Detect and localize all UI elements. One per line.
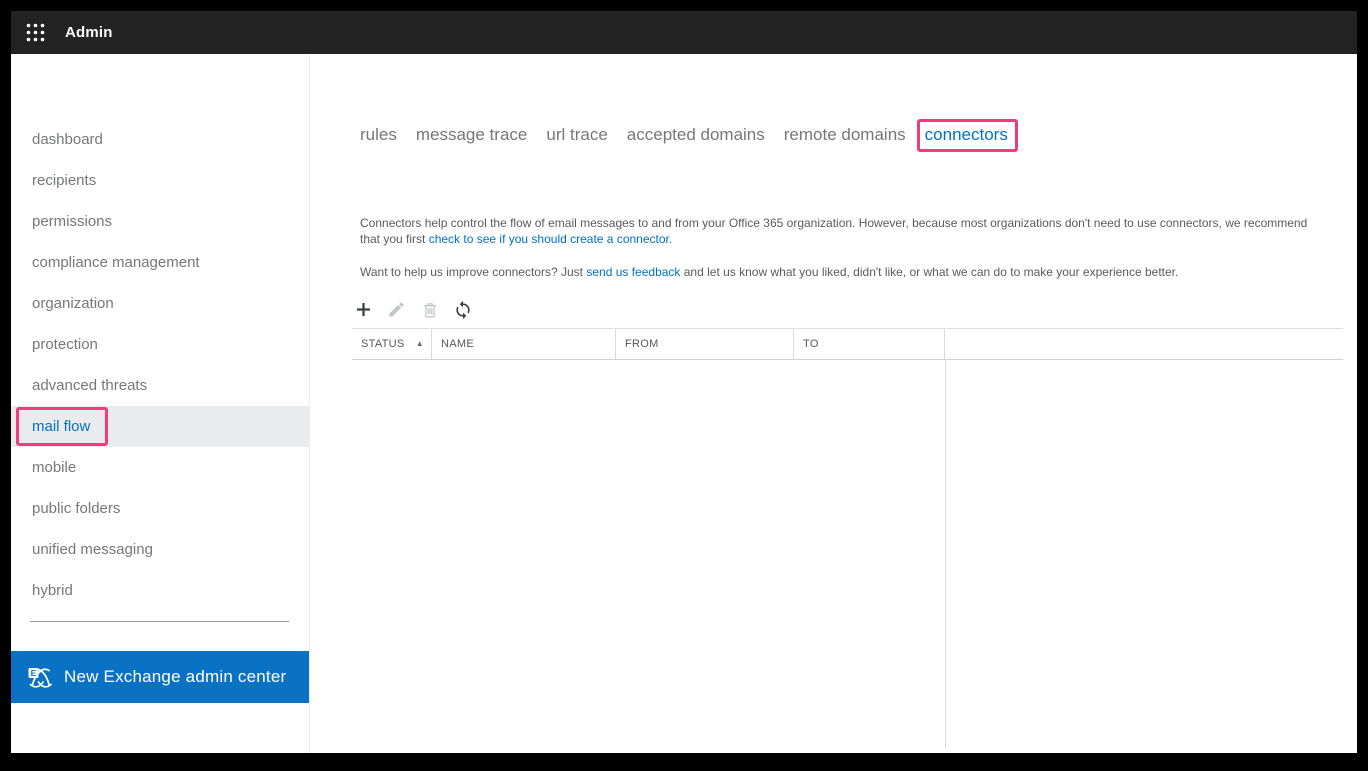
- tab-bar: rules message trace url trace accepted d…: [360, 125, 1008, 145]
- column-header-to[interactable]: TO: [794, 329, 945, 359]
- description-text-2: Want to help us improve connectors? Just: [360, 265, 586, 279]
- screen: Admin Exchange admin center dashboard re…: [0, 0, 1368, 771]
- main-content: rules message trace url trace accepted d…: [310, 54, 1357, 753]
- sidebar-item-protection[interactable]: protection: [11, 324, 309, 365]
- add-button[interactable]: [351, 297, 376, 322]
- connector-list-empty: [352, 360, 1343, 748]
- tab-message-trace[interactable]: message trace: [416, 125, 528, 145]
- tab-rules[interactable]: rules: [360, 125, 397, 145]
- banner-label: New Exchange admin center: [64, 667, 286, 687]
- description-paragraph-2: Want to help us improve connectors? Just…: [360, 264, 1330, 280]
- tab-remote-domains[interactable]: remote domains: [784, 125, 906, 145]
- connectors-description: Connectors help control the flow of emai…: [360, 215, 1330, 280]
- tab-url-trace[interactable]: url trace: [546, 125, 607, 145]
- tab-connectors[interactable]: connectors: [925, 125, 1008, 145]
- refresh-icon: [453, 300, 473, 320]
- column-header-extra[interactable]: [945, 329, 1343, 359]
- exchange-admin-page: Exchange admin center dashboard recipien…: [11, 54, 1357, 753]
- sidebar-item-mail-flow[interactable]: mail flow: [11, 406, 309, 447]
- column-header-name[interactable]: NAME: [432, 329, 616, 359]
- connectors-toolbar: [351, 297, 475, 322]
- column-header-status[interactable]: STATUS ▲: [352, 329, 432, 359]
- sidebar-divider: [30, 621, 289, 622]
- trash-icon: [421, 301, 439, 319]
- delete-button[interactable]: [417, 297, 442, 322]
- tab-accepted-domains[interactable]: accepted domains: [627, 125, 765, 145]
- svg-text:E: E: [31, 668, 37, 678]
- list-detail-divider: [945, 360, 946, 748]
- plus-icon: [353, 299, 374, 320]
- check-connector-link[interactable]: check to see if you should create a conn…: [429, 232, 672, 246]
- pencil-icon: [387, 300, 406, 319]
- sidebar-item-permissions[interactable]: permissions: [11, 201, 309, 242]
- appbar-title[interactable]: Admin: [65, 24, 113, 41]
- sidebar-item-recipients[interactable]: recipients: [11, 160, 309, 201]
- sidebar-item-compliance-management[interactable]: compliance management: [11, 242, 309, 283]
- sidebar: dashboard recipients permissions complia…: [11, 54, 310, 753]
- app-bar: Admin: [11, 11, 1357, 54]
- description-paragraph-1: Connectors help control the flow of emai…: [360, 215, 1330, 247]
- sidebar-item-organization[interactable]: organization: [11, 283, 309, 324]
- column-header-status-label: STATUS: [361, 338, 405, 350]
- edit-button[interactable]: [384, 297, 409, 322]
- description-text-3: and let us know what you liked, didn't l…: [680, 265, 1178, 279]
- sort-ascending-icon: ▲: [416, 340, 424, 348]
- sidebar-nav: dashboard recipients permissions complia…: [11, 119, 309, 611]
- sidebar-item-public-folders[interactable]: public folders: [11, 488, 309, 529]
- sidebar-item-advanced-threats[interactable]: advanced threats: [11, 365, 309, 406]
- sidebar-item-dashboard[interactable]: dashboard: [11, 119, 309, 160]
- table-header-row: STATUS ▲ NAME FROM TO: [352, 328, 1343, 360]
- app-launcher-waffle-icon[interactable]: [25, 22, 46, 43]
- sidebar-item-mobile[interactable]: mobile: [11, 447, 309, 488]
- send-feedback-link[interactable]: send us feedback: [586, 265, 680, 279]
- connectors-table: STATUS ▲ NAME FROM TO: [352, 328, 1343, 748]
- exchange-logo-icon: E: [26, 665, 53, 690]
- new-exchange-admin-center-banner[interactable]: E New Exchange admin center: [11, 651, 309, 703]
- sidebar-item-unified-messaging[interactable]: unified messaging: [11, 529, 309, 570]
- sidebar-item-hybrid[interactable]: hybrid: [11, 570, 309, 611]
- column-header-from[interactable]: FROM: [616, 329, 794, 359]
- refresh-button[interactable]: [450, 297, 475, 322]
